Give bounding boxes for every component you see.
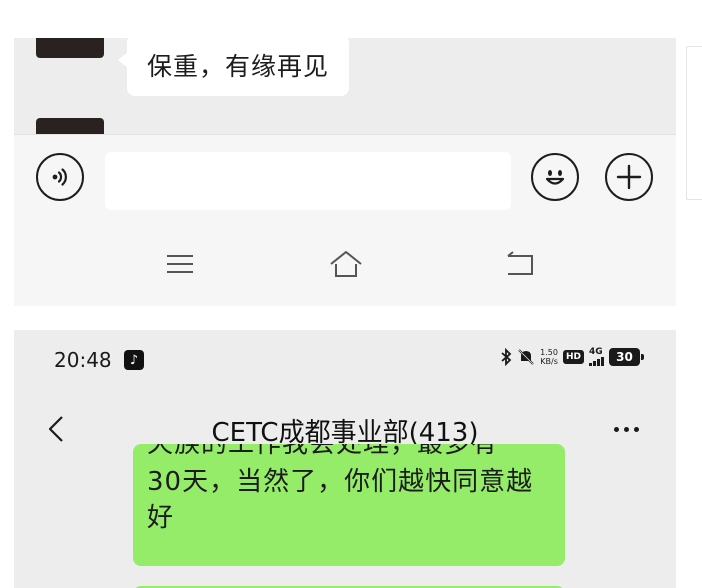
network-type: 4G (589, 347, 603, 357)
chat-more-button[interactable] (606, 414, 646, 444)
network-speed-unit: KB/s (540, 357, 558, 366)
bluetooth-icon (501, 348, 512, 366)
dot (613, 426, 619, 432)
network-speed-value: 1.50 (540, 348, 558, 357)
more-functions-button[interactable] (605, 153, 653, 201)
battery-level: 30 (616, 350, 633, 364)
dot (633, 426, 639, 432)
back-icon (507, 251, 533, 275)
menu-icon (167, 255, 193, 273)
status-time: 20:48 (54, 348, 112, 372)
sent-message-cut-text: 天族的工作我会处理，最多有 (147, 444, 499, 459)
emoji-button[interactable] (531, 153, 579, 201)
message-input[interactable] (105, 152, 511, 210)
sent-message-cut-line: 天族的工作我会处理，最多有 (133, 444, 565, 464)
tiktok-notification-icon: ♪ (124, 350, 144, 370)
side-panel-edge (686, 46, 702, 200)
system-navigation-bar (14, 218, 676, 306)
chat-input-bar (14, 134, 676, 218)
mute-icon (518, 349, 534, 365)
battery-icon: 30 (609, 348, 644, 366)
home-icon (330, 251, 362, 277)
cellular-signal: 4G (589, 348, 604, 366)
sent-message-text: 30天，当然了，你们越快同意越好 (147, 467, 534, 533)
back-nav-button[interactable] (500, 246, 540, 282)
hd-badge: HD (562, 350, 584, 364)
emoji-icon (545, 170, 565, 185)
sent-message-bubble[interactable]: 天族的工作我会处理，最多有 30天，当然了，你们越快同意越好 (133, 444, 565, 566)
avatar[interactable] (36, 38, 104, 58)
top-screenshot: 保重，有缘再见 (14, 38, 676, 306)
dot (623, 426, 629, 432)
voice-icon (52, 168, 67, 186)
bottom-screenshot: 20:48 ♪ 1.50 KB/s HD 4G 30 CETC成都事业部(413… (14, 330, 676, 588)
status-icons: 1.50 KB/s HD 4G 30 (500, 348, 644, 366)
home-button[interactable] (326, 246, 366, 282)
voice-input-button[interactable] (36, 153, 84, 201)
plus-icon (616, 164, 642, 190)
received-message-text: 保重，有缘再见 (147, 52, 330, 81)
received-message-bubble[interactable]: 保重，有缘再见 (117, 38, 350, 96)
network-speed: 1.50 KB/s (540, 348, 558, 366)
signal-bars-icon (589, 357, 604, 366)
menu-button[interactable] (160, 246, 200, 282)
status-bar: 20:48 ♪ 1.50 KB/s HD 4G 30 (14, 330, 676, 390)
